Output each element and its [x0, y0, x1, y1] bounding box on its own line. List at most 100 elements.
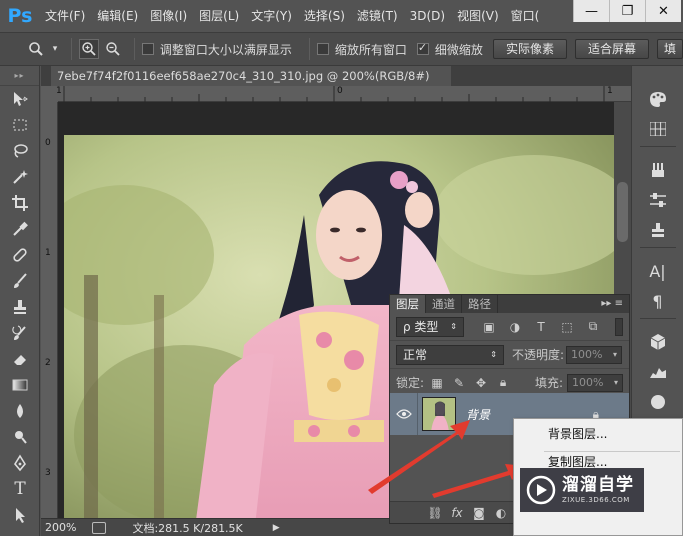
resize-windows-checkbox[interactable]: 调整窗口大小以满屏显示 — [141, 41, 292, 58]
lock-pixels-icon[interactable]: ✎ — [450, 374, 468, 392]
3d-cube-icon[interactable] — [640, 329, 676, 355]
filter-pixel-icon[interactable]: ▣ — [480, 318, 498, 336]
watermark-subtitle: ZIXUE.3D66.COM — [562, 496, 630, 504]
zoom-out-icon[interactable] — [103, 39, 123, 59]
fill-field[interactable]: 100% ▾ — [567, 373, 623, 392]
document-tab[interactable]: 7ebe7f74f2f0116eef658ae270c4_310_310.jpg… — [51, 66, 451, 86]
blur-tool-icon[interactable] — [0, 398, 40, 424]
layer-name[interactable]: 背景 — [466, 406, 490, 423]
watermark-title: 溜溜自学 — [562, 475, 634, 495]
restore-button[interactable]: ❐ — [609, 0, 645, 22]
ruler-label: 1 — [45, 248, 51, 258]
menu-type[interactable]: 文字(Y) — [246, 0, 297, 32]
info-icon[interactable] — [640, 389, 676, 415]
ruler-horizontal[interactable]: 1 0 1 — [56, 86, 631, 102]
filter-adjustment-icon[interactable]: ◑ — [506, 318, 524, 336]
histogram-icon[interactable] — [640, 359, 676, 385]
spot-healing-tool-icon[interactable] — [0, 242, 40, 268]
tab-channels[interactable]: 通道 — [426, 295, 462, 313]
panel-menu-icon[interactable]: ▸▸ ≡ — [601, 295, 623, 313]
menu-edit[interactable]: 编辑(E) — [92, 0, 143, 32]
checkbox-label: 缩放所有窗口 — [334, 42, 407, 57]
lock-all-icon[interactable]: 🔒︎ — [494, 374, 512, 392]
fill-label: 填充: — [534, 376, 563, 390]
checkbox-box-checked[interactable] — [416, 41, 429, 55]
zoom-in-icon[interactable] — [78, 39, 99, 59]
menu-3d[interactable]: 3D(D) — [405, 0, 450, 32]
pen-tool-icon[interactable] — [0, 450, 40, 476]
lasso-tool-icon[interactable] — [0, 138, 40, 164]
divider — [639, 318, 676, 319]
actual-pixels-button[interactable]: 实际像素 — [492, 39, 567, 59]
fit-screen-button[interactable]: 适合屏幕 — [574, 39, 649, 59]
status-menu-arrow-icon[interactable]: ▶ — [273, 523, 280, 533]
opacity-label: 不透明度: — [512, 348, 565, 362]
eraser-tool-icon[interactable] — [0, 346, 40, 372]
zoom-icon[interactable] — [26, 39, 46, 59]
swatches-icon[interactable] — [640, 116, 676, 142]
filter-kind-select[interactable]: ρ 类型 ⇕ — [396, 316, 464, 337]
menu-item-background-layer[interactable]: 背景图层... — [514, 421, 682, 447]
paragraph-icon[interactable]: ¶ — [640, 288, 676, 314]
opacity-field[interactable]: 100% ▾ — [566, 345, 623, 364]
chevron-icon: ⇕ — [490, 349, 497, 359]
character-icon[interactable]: A| — [640, 258, 676, 284]
layer-thumbnail[interactable] — [422, 397, 456, 431]
tool-preset-dropdown-icon[interactable]: ▾ — [50, 39, 60, 59]
menu-view[interactable]: 视图(V) — [452, 0, 504, 32]
status-info-icon[interactable] — [92, 521, 107, 534]
menu-select[interactable]: 选择(S) — [299, 0, 350, 32]
filter-type-icon[interactable]: T — [532, 318, 550, 336]
visibility-eye-icon[interactable] — [390, 393, 418, 435]
filter-shape-icon[interactable]: ⬚ — [558, 318, 576, 336]
zoom-all-windows-checkbox[interactable]: 缩放所有窗口 — [316, 41, 407, 58]
watermark: 溜溜自学 ZIXUE.3D66.COM — [520, 468, 644, 512]
dodge-tool-icon[interactable] — [0, 424, 40, 450]
ruler-vertical[interactable]: 0 1 2 3 — [41, 102, 58, 518]
checkbox-box[interactable] — [141, 43, 154, 55]
layer-style-fx-icon[interactable]: fx — [446, 506, 468, 520]
palette-icon[interactable] — [640, 86, 676, 112]
menu-layer[interactable]: 图层(L) — [194, 0, 244, 32]
clone-source-icon[interactable] — [640, 217, 676, 243]
move-tool-icon[interactable] — [0, 86, 40, 112]
add-mask-icon[interactable]: ◙ — [468, 506, 490, 520]
filter-row: ρ 类型 ⇕ ▣ ◑ T ⬚ ⧉ — [390, 313, 629, 341]
clone-stamp-tool-icon[interactable] — [0, 294, 40, 320]
history-brush-tool-icon[interactable] — [0, 320, 40, 346]
adjustment-layer-icon[interactable]: ◐ — [490, 506, 512, 520]
menu-filter[interactable]: 滤镜(T) — [352, 0, 403, 32]
lock-transparent-icon[interactable]: ▦ — [428, 374, 446, 392]
zoom-level[interactable]: 200% — [41, 521, 82, 534]
close-button[interactable]: ✕ — [645, 0, 681, 22]
tab-layers[interactable]: 图层 — [390, 295, 426, 313]
filter-toggle[interactable] — [615, 317, 623, 336]
tab-paths[interactable]: 路径 — [462, 295, 498, 313]
scrollbar-thumb[interactable] — [617, 182, 628, 242]
blend-mode-select[interactable]: 正常 ⇕ — [396, 344, 504, 365]
type-tool-icon[interactable]: T — [0, 476, 40, 502]
crop-tool-icon[interactable] — [0, 190, 40, 216]
fill-screen-button[interactable]: 填 — [656, 39, 683, 59]
gradient-tool-icon[interactable] — [0, 372, 40, 398]
marquee-tool-icon[interactable] — [0, 112, 40, 138]
photoshop-logo[interactable]: Ps — [0, 0, 40, 32]
link-layers-icon[interactable]: ⛓︎ — [424, 506, 446, 520]
brushes-icon[interactable] — [640, 157, 676, 183]
minimize-button[interactable]: — — [573, 0, 609, 22]
checkbox-box[interactable] — [316, 43, 329, 55]
brush-tool-icon[interactable] — [0, 268, 40, 294]
path-selection-tool-icon[interactable] — [0, 502, 40, 528]
menu-image[interactable]: 图像(I) — [145, 0, 192, 32]
eyedropper-tool-icon[interactable] — [0, 216, 40, 242]
tools-panel: ▸▸ T — [0, 66, 40, 536]
panel-grip[interactable]: ▸▸ — [0, 66, 39, 86]
magic-wand-tool-icon[interactable] — [0, 164, 40, 190]
lock-position-icon[interactable]: ✥ — [472, 374, 490, 392]
menu-file[interactable]: 文件(F) — [40, 0, 90, 32]
adjustments-icon[interactable] — [640, 187, 676, 213]
document-info: 文档:281.5 K/281.5K — [132, 521, 243, 535]
scrubby-zoom-checkbox[interactable]: 细微缩放 — [416, 41, 483, 58]
filter-smart-object-icon[interactable]: ⧉ — [584, 318, 602, 336]
menu-window[interactable]: 窗口( — [506, 0, 545, 32]
